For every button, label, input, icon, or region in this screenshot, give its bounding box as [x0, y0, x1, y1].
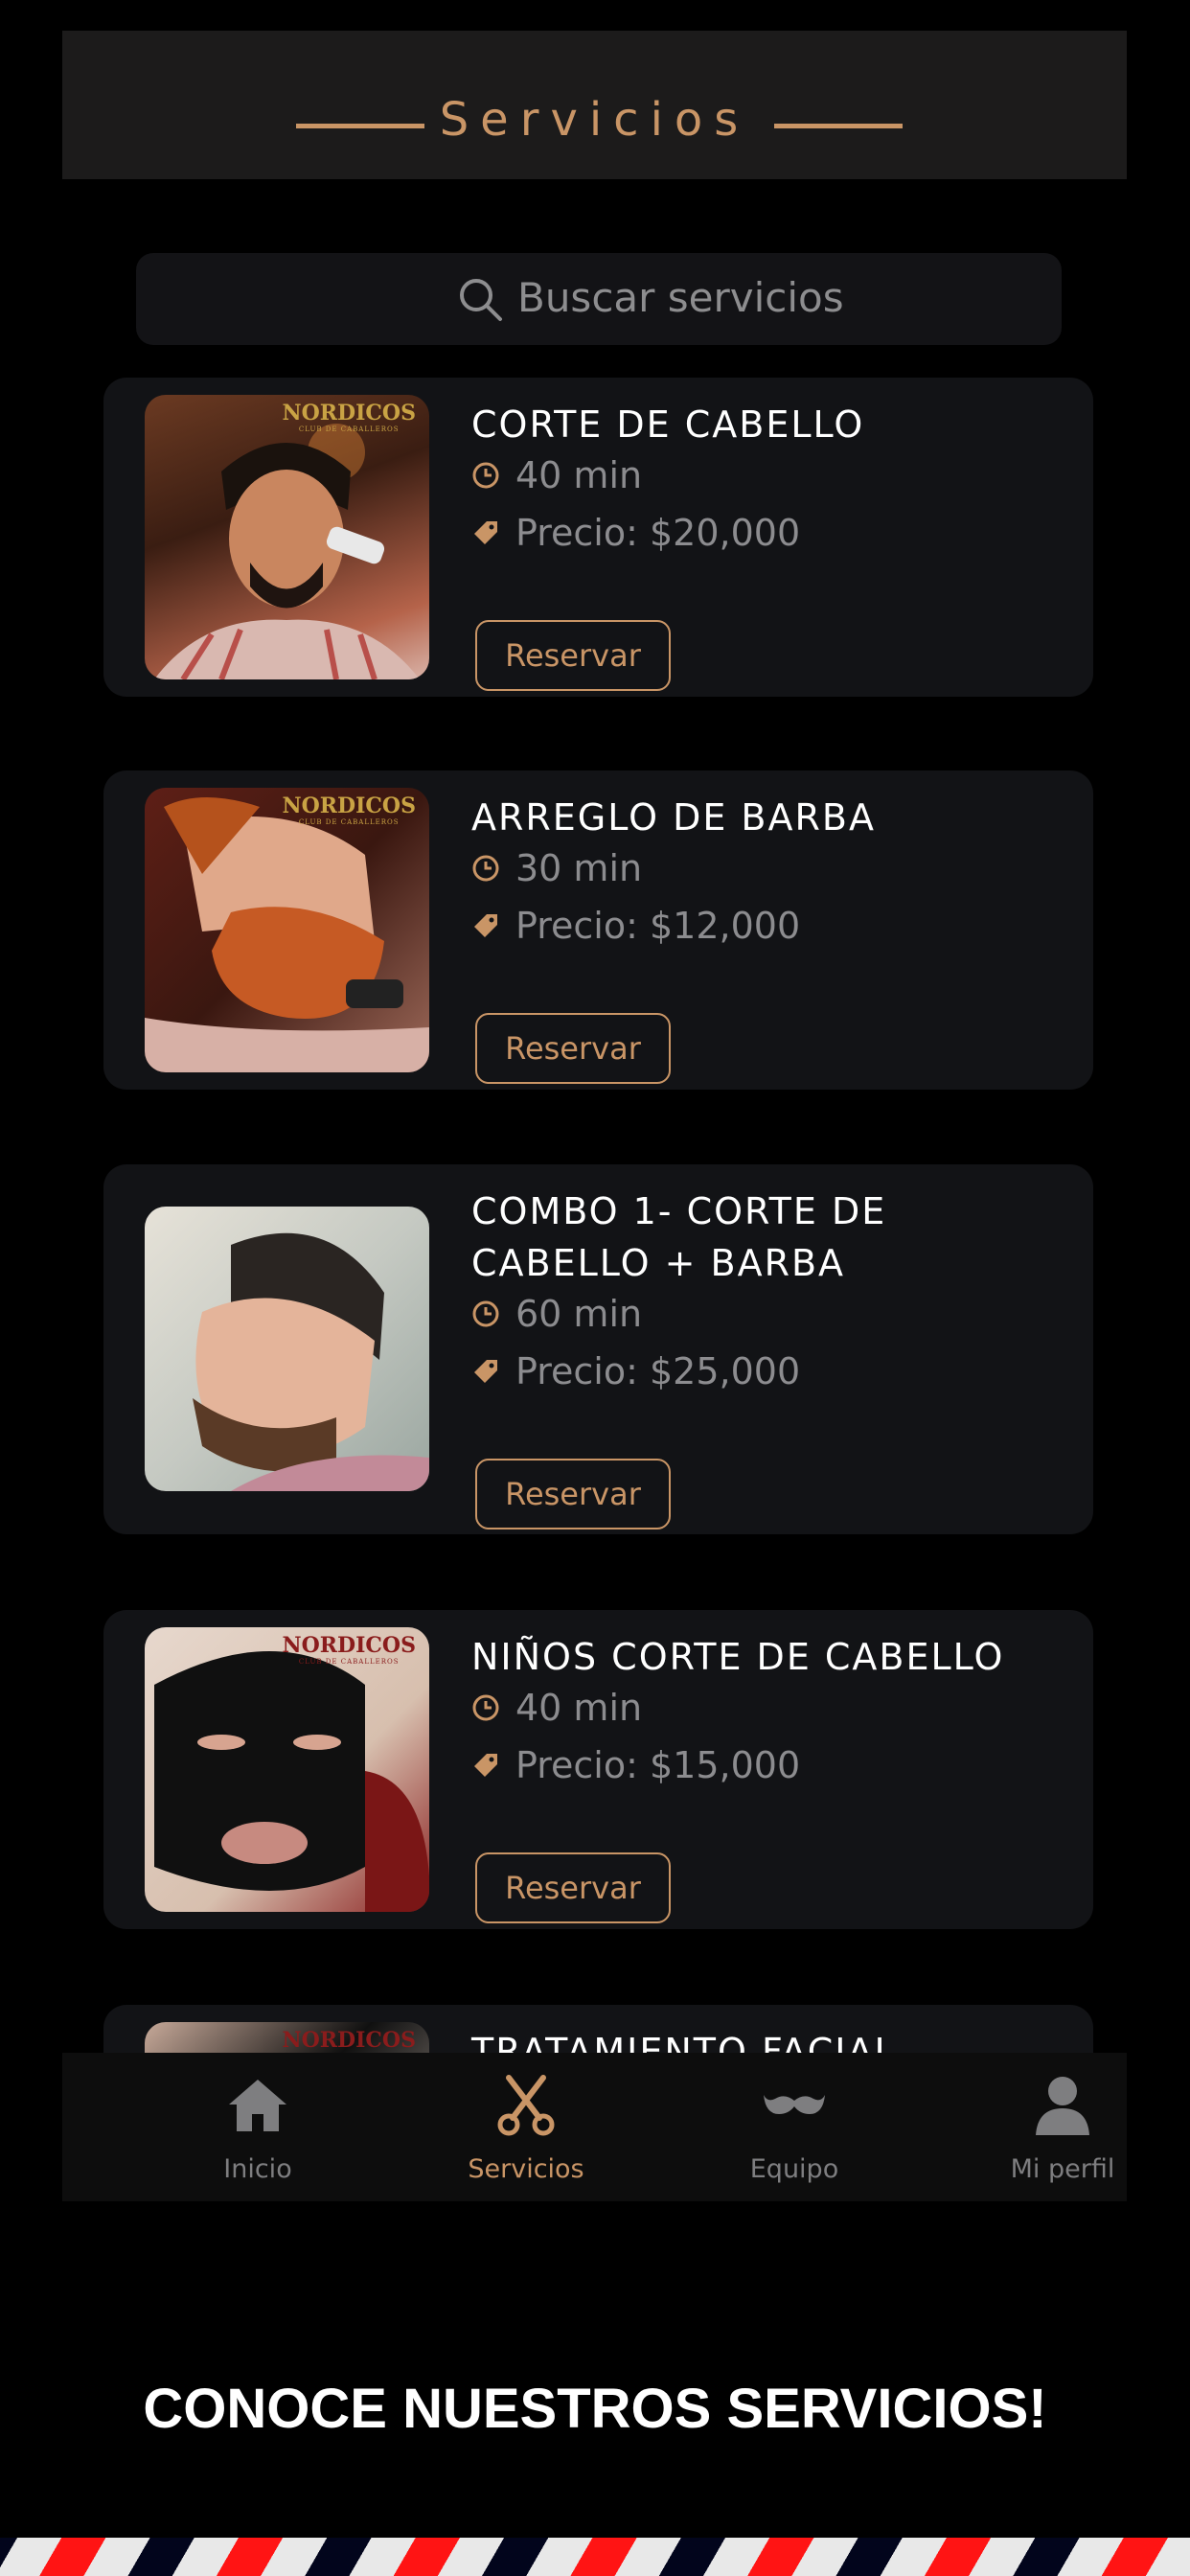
service-name: ARREGLO DE BARBA	[471, 796, 876, 839]
header: Servicios	[62, 31, 1127, 179]
service-name: CORTE DE CABELLO	[471, 403, 865, 446]
nordicos-logo: NORDICOSCLUB DE CABALLEROS	[282, 1633, 417, 1666]
promo-headline: CONOCE NUESTROS SERVICIOS!	[143, 2378, 1047, 2440]
nordicos-logo: NORDICOSCLUB DE CABALLEROS	[282, 401, 417, 433]
service-photo: NORDICOSCLUB DE CABALLEROS	[145, 1627, 429, 1912]
search-icon	[460, 279, 502, 321]
fade-haircut-image	[193, 1232, 429, 1491]
clock-icon	[472, 855, 499, 882]
service-name: COMBO 1- CORTE DE CABELLO + BARBA	[471, 1190, 887, 1284]
service-price: Precio: $15,000	[471, 1744, 800, 1786]
user-icon	[1036, 2077, 1089, 2135]
beard-trim-image	[145, 797, 429, 1072]
price-tag-icon	[474, 914, 497, 937]
service-card: NORDICOS CLUB DE CABALLEROS CORTE DE CABE…	[103, 378, 1093, 697]
price-tag-icon	[474, 1754, 497, 1777]
service-duration: 30 min	[471, 847, 642, 889]
service-duration: 40 min	[471, 1687, 642, 1729]
facial-mask-image	[154, 1651, 429, 1912]
clock-icon	[472, 462, 499, 489]
reserve-button[interactable]: Reservar	[475, 1013, 671, 1084]
service-card: COMBO 1- CORTE DE CABELLO + BARBA 60 min…	[103, 1164, 1093, 1534]
app-screen: Servicios Buscar servicios NORDICOS CLUB …	[62, 31, 1127, 2201]
tab-label: Mi perfil	[1010, 2154, 1115, 2184]
tab-inicio[interactable]: Inicio	[162, 2053, 354, 2201]
tab-label: Inicio	[223, 2154, 292, 2184]
service-price: Precio: $25,000	[471, 1350, 800, 1392]
tab-equipo[interactable]: Equipo	[698, 2053, 890, 2201]
service-card: NORDICOS CLUB DE CABALLEROS NIÑOS CORTE D…	[103, 1610, 1093, 1929]
tab-label: Equipo	[749, 2154, 839, 2184]
mustache-icon	[764, 2095, 825, 2114]
service-price: Precio: $12,000	[471, 905, 800, 947]
tab-servicios[interactable]: Servicios	[430, 2053, 622, 2201]
price-tag-icon	[474, 1360, 497, 1383]
service-duration: 40 min	[471, 454, 642, 496]
barber-stripes-decoration	[0, 2538, 1190, 2576]
service-photo: NORDICOSCLUB DE CABALLEROS	[145, 395, 429, 679]
reserve-button[interactable]: Reservar	[475, 1852, 671, 1923]
service-photo: NORDICOSCLUB DE CABALLEROS	[145, 788, 429, 1072]
reserve-button[interactable]: Reservar	[475, 1459, 671, 1530]
clock-icon	[472, 1300, 499, 1327]
barber-portrait-image	[154, 424, 420, 679]
search-placeholder: Buscar servicios	[517, 274, 844, 321]
home-icon	[229, 2080, 286, 2131]
search-input[interactable]: Buscar servicios	[136, 253, 1062, 345]
service-duration: 60 min	[471, 1293, 642, 1335]
service-card: NORDICOS CLUB DE CABALLEROS ARREGLO DE BA…	[103, 770, 1093, 1090]
title-decoration-right	[774, 124, 903, 128]
service-name: NIÑOS CORTE DE CABELLO	[471, 1636, 1005, 1678]
reserve-button[interactable]: Reservar	[475, 620, 671, 691]
clock-icon	[472, 1694, 499, 1721]
price-tag-icon	[474, 521, 497, 544]
page-title: Servicios	[439, 93, 750, 147]
nordicos-logo: NORDICOSCLUB DE CABALLEROS	[282, 794, 417, 826]
bottom-tab-bar: Inicio Servicios Equipo Mi perfil	[62, 2053, 1127, 2201]
service-price: Precio: $20,000	[471, 512, 800, 554]
service-photo	[145, 1207, 429, 1491]
tab-label: Servicios	[468, 2154, 584, 2184]
scissors-icon	[497, 2075, 555, 2136]
tab-mi-perfil[interactable]: Mi perfil	[967, 2053, 1127, 2201]
